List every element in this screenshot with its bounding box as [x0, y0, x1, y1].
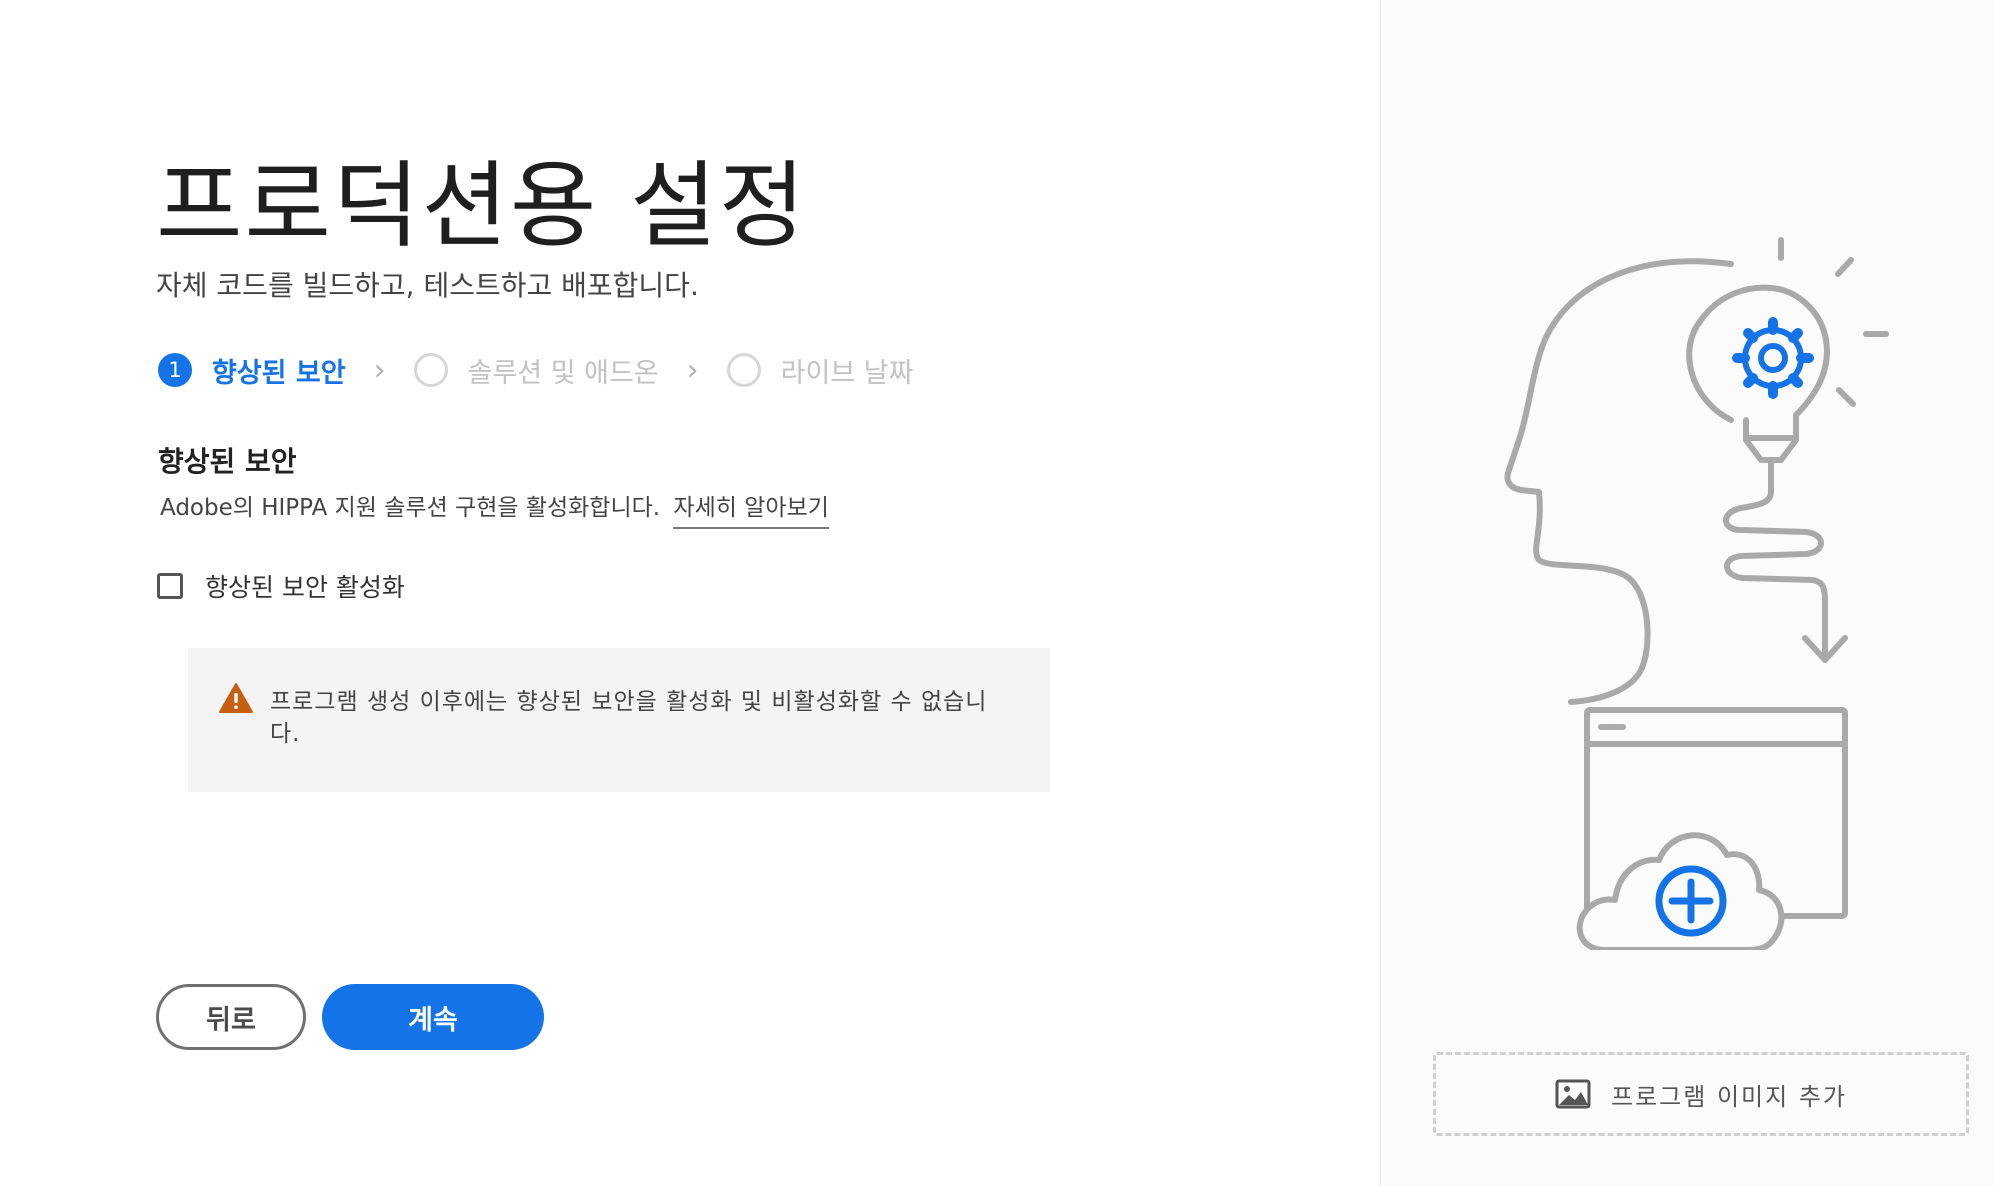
step-2-label: 솔루션 및 애드온: [467, 357, 659, 389]
chevron-right-icon: ›: [686, 352, 699, 388]
gear-icon: [1732, 317, 1814, 399]
step-1-circle: 1: [158, 353, 192, 387]
step-enhanced-security[interactable]: 1 향상된 보안: [158, 351, 346, 390]
add-image-label: 프로그램 이미지 추가: [1611, 1082, 1847, 1111]
section-description-text: Adobe의 HIPPA 지원 솔루션 구현을 활성화합니다.: [160, 495, 661, 521]
add-program-image-button[interactable]: 프로그램 이미지 추가: [1433, 1052, 1969, 1136]
image-icon: [1555, 1079, 1591, 1109]
head-lightbulb-cloud-illustration: [1504, 237, 1889, 950]
back-button[interactable]: 뒤로: [156, 984, 306, 1050]
enable-security-checkbox[interactable]: [157, 573, 183, 599]
step-solutions-addons[interactable]: 솔루션 및 애드온: [413, 351, 659, 390]
enable-security-checkbox-row[interactable]: 향상된 보안 활성화: [157, 568, 405, 604]
add-circle-icon: [1655, 865, 1727, 937]
enable-security-label[interactable]: 향상된 보안 활성화: [205, 568, 405, 604]
warning-text: 프로그램 생성 이후에는 향상된 보안을 활성화 및 비활성화할 수 없습니다.: [270, 689, 988, 747]
step-3-circle: [726, 353, 761, 387]
step-3-label: 라이브 날짜: [780, 357, 914, 389]
continue-button[interactable]: 계속: [322, 984, 544, 1050]
learn-more-link[interactable]: 자세히 알아보기: [673, 495, 829, 529]
step-2-circle: [413, 353, 448, 387]
stepper: 1 향상된 보안 › 솔루션 및 애드온 › 라이브 날짜: [158, 348, 913, 392]
warning-alert: 프로그램 생성 이후에는 향상된 보안을 활성화 및 비활성화할 수 없습니다.: [188, 648, 1050, 792]
step-1-label: 향상된 보안: [212, 357, 346, 389]
setup-main-panel: 프로덕션용 설정 자체 코드를 빌드하고, 테스트하고 배포합니다. 1 향상된…: [0, 0, 1380, 1186]
section-heading: 향상된 보안: [158, 445, 297, 478]
side-panel: 프로그램 이미지 추가: [1381, 0, 1994, 1186]
section-description: Adobe의 HIPPA 지원 솔루션 구현을 활성화합니다. 자세히 알아보기: [160, 488, 829, 529]
step-go-live-date[interactable]: 라이브 날짜: [726, 351, 914, 390]
warning-icon: [219, 683, 253, 713]
page-subtitle: 자체 코드를 빌드하고, 테스트하고 배포합니다.: [156, 269, 699, 302]
page-title: 프로덕션용 설정: [156, 152, 808, 261]
chevron-right-icon: ›: [373, 352, 386, 388]
